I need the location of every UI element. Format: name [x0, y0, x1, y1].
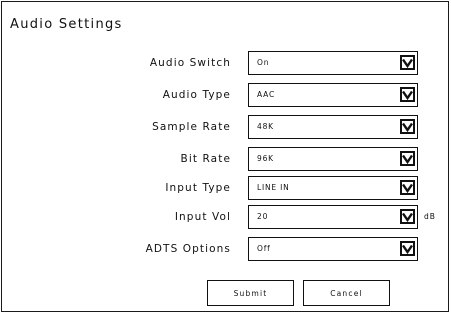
audio-type-row: Audio Type AAC [2, 83, 450, 107]
sample-rate-label: Sample Rate [152, 121, 231, 133]
input-vol-select[interactable]: 20 [248, 205, 418, 229]
sample-rate-row: Sample Rate 48K [2, 115, 450, 139]
input-vol-value: 20 [257, 212, 269, 221]
input-type-row: Input Type LINE IN [2, 176, 450, 200]
bit-rate-row: Bit Rate 96K [2, 147, 450, 171]
audio-switch-label: Audio Switch [149, 57, 231, 69]
sample-rate-select[interactable]: 48K [248, 115, 418, 139]
chevron-down-icon[interactable] [400, 151, 415, 166]
chevron-down-icon[interactable] [400, 180, 415, 195]
input-type-label: Input Type [165, 182, 231, 194]
audio-type-value: AAC [257, 90, 275, 99]
page-title: Audio Settings [10, 17, 123, 32]
adts-options-row: ADTS Options Off [2, 237, 450, 261]
chevron-down-icon[interactable] [400, 209, 415, 224]
input-vol-label: Input Vol [174, 211, 231, 223]
audio-switch-select[interactable]: On [248, 51, 418, 75]
input-vol-unit: dB [424, 212, 436, 221]
submit-button[interactable]: Submit [207, 280, 294, 306]
adts-options-select[interactable]: Off [248, 237, 418, 261]
audio-type-select[interactable]: AAC [248, 83, 418, 107]
adts-options-value: Off [257, 244, 271, 253]
bit-rate-value: 96K [257, 154, 274, 163]
chevron-down-icon[interactable] [400, 119, 415, 134]
audio-settings-panel: Audio Settings Audio Switch On Audio Typ… [1, 1, 449, 312]
sample-rate-value: 48K [257, 122, 274, 131]
audio-switch-value: On [257, 58, 270, 67]
chevron-down-icon[interactable] [400, 87, 415, 102]
chevron-down-icon[interactable] [400, 241, 415, 256]
input-type-value: LINE IN [257, 183, 290, 192]
chevron-down-icon[interactable] [400, 55, 415, 70]
input-type-select[interactable]: LINE IN [248, 176, 418, 200]
adts-options-label: ADTS Options [145, 243, 231, 255]
bit-rate-select[interactable]: 96K [248, 147, 418, 171]
audio-type-label: Audio Type [162, 89, 231, 101]
audio-switch-row: Audio Switch On [2, 51, 450, 75]
cancel-button[interactable]: Cancel [303, 280, 390, 306]
bit-rate-label: Bit Rate [180, 153, 231, 165]
input-vol-row: Input Vol 20 dB [2, 205, 450, 229]
